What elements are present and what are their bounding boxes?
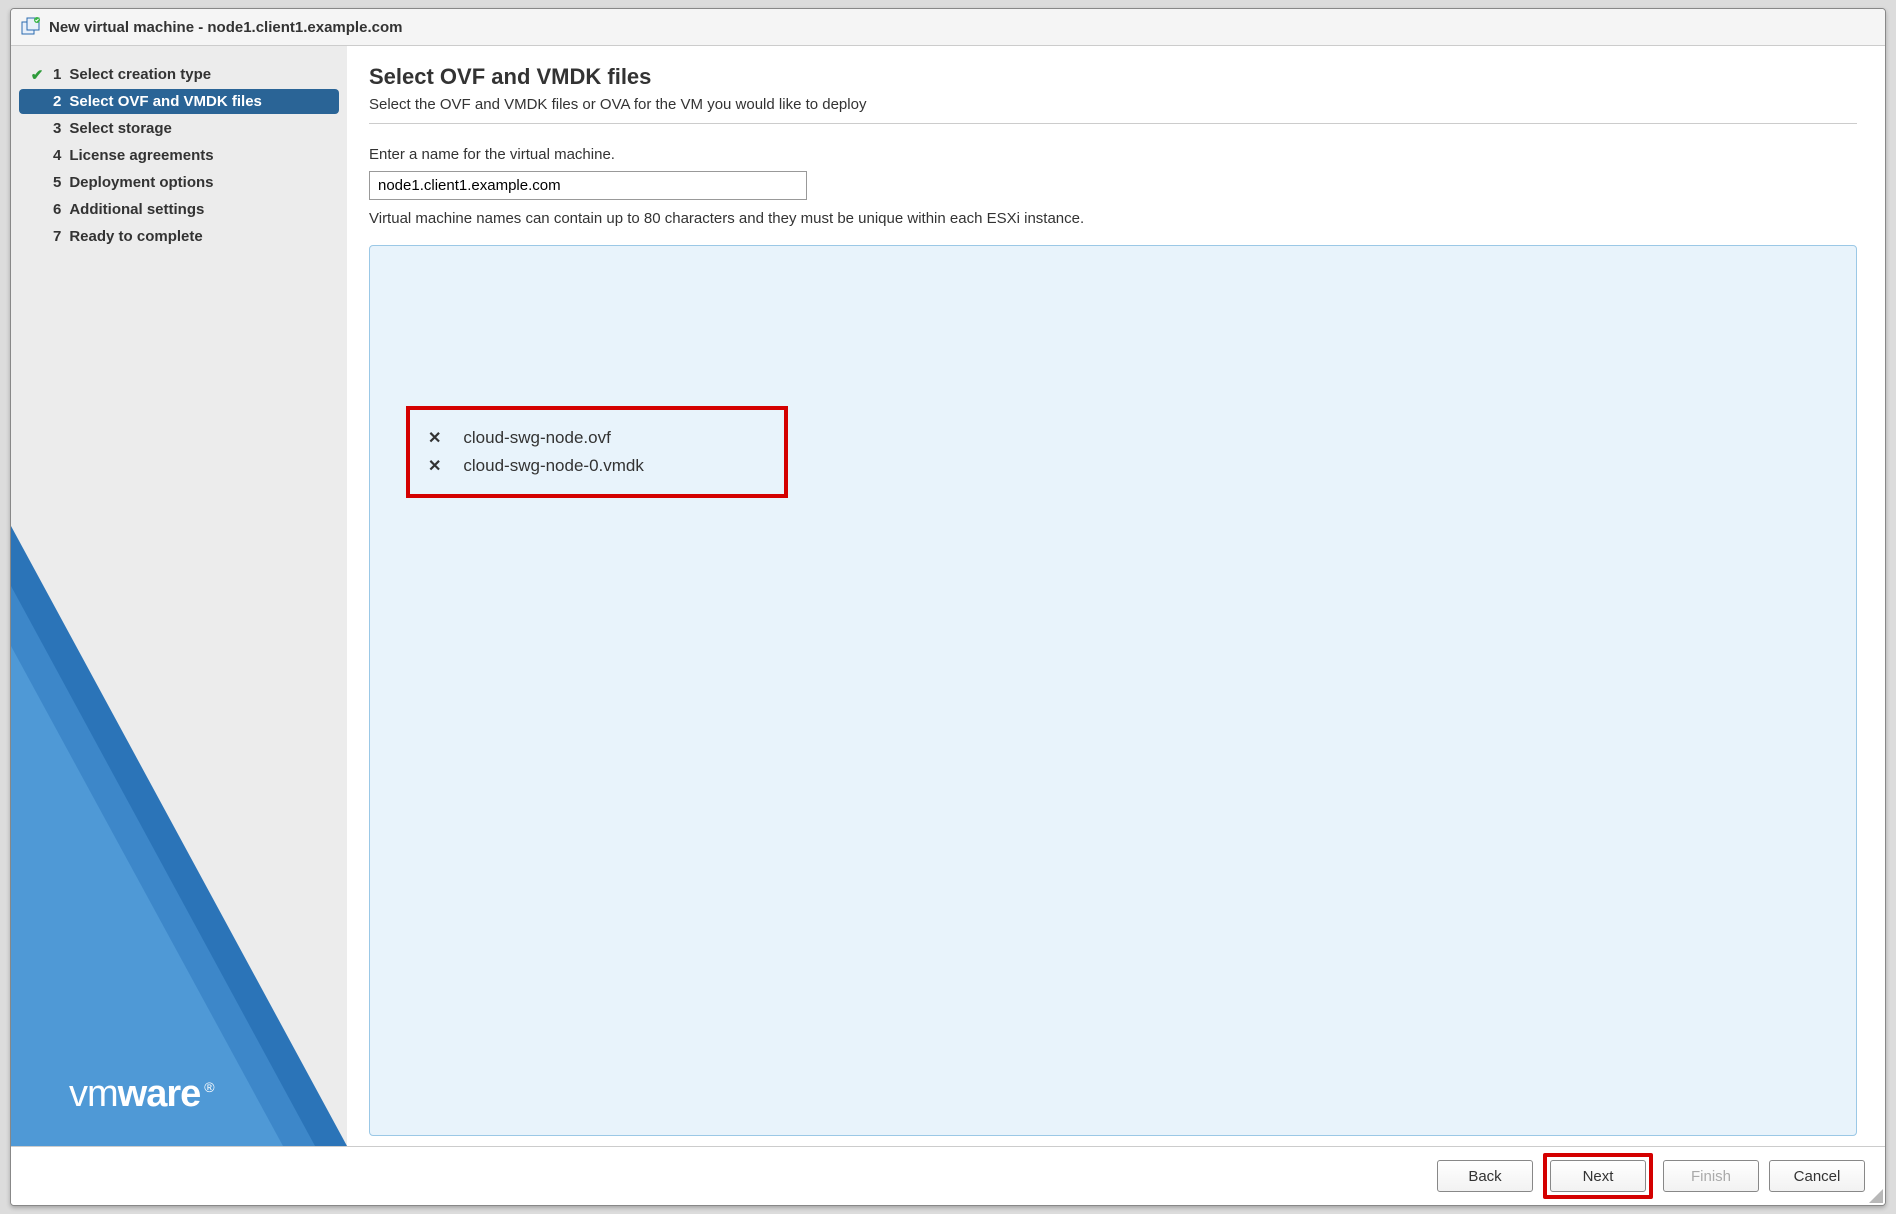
page-heading: Select OVF and VMDK files [369,64,1857,90]
vm-name-label: Enter a name for the virtual machine. [369,146,1857,163]
step-spacer [29,175,45,191]
step-list: ✔ 1 Select creation type 2 Select OVF an… [11,46,347,267]
step-spacer [29,94,45,110]
step-label: Deployment options [69,174,213,191]
step-label: Select OVF and VMDK files [69,93,262,110]
vmware-logo: vmware® [69,1073,214,1116]
file-row: ✕ cloud-swg-node-0.vmdk [428,452,766,480]
step-number: 2 [53,93,61,110]
step-deployment[interactable]: 5 Deployment options [19,170,339,195]
dialog-titlebar: New virtual machine - node1.client1.exam… [11,9,1885,46]
step-additional[interactable]: 6 Additional settings [19,197,339,222]
page-subtitle: Select the OVF and VMDK files or OVA for… [369,96,1857,124]
step-license[interactable]: 4 License agreements [19,143,339,168]
file-name: cloud-swg-node.ovf [463,428,610,448]
logo-reg: ® [204,1079,213,1095]
resize-grip-icon[interactable] [1869,1189,1883,1203]
dialog-title: New virtual machine - node1.client1.exam… [49,19,402,36]
step-label: Select storage [69,120,172,137]
vm-name-input[interactable] [369,171,807,200]
step-number: 6 [53,201,61,218]
finish-button: Finish [1663,1160,1759,1192]
check-icon: ✔ [29,67,45,83]
vm-name-hint: Virtual machine names can contain up to … [369,210,1857,227]
file-dropzone[interactable]: ✕ cloud-swg-node.ovf ✕ cloud-swg-node-0.… [369,245,1857,1136]
new-vm-dialog: New virtual machine - node1.client1.exam… [10,8,1886,1206]
wizard-main: Select OVF and VMDK files Select the OVF… [347,46,1885,1146]
step-ready[interactable]: 7 Ready to complete [19,224,339,249]
back-button[interactable]: Back [1437,1160,1533,1192]
step-creation-type[interactable]: ✔ 1 Select creation type [19,62,339,87]
next-highlight: Next [1543,1153,1653,1199]
step-spacer [29,229,45,245]
step-label: License agreements [69,147,213,164]
step-spacer [29,148,45,164]
logo-vm: vm [69,1073,118,1116]
file-row: ✕ cloud-swg-node.ovf [428,424,766,452]
step-label: Select creation type [69,66,211,83]
remove-file-icon[interactable]: ✕ [428,428,441,448]
cancel-button[interactable]: Cancel [1769,1160,1865,1192]
step-number: 7 [53,228,61,245]
step-number: 4 [53,147,61,164]
remove-file-icon[interactable]: ✕ [428,456,441,476]
step-label: Additional settings [69,201,204,218]
step-number: 3 [53,120,61,137]
file-name: cloud-swg-node-0.vmdk [463,456,643,476]
vm-icon [21,17,41,37]
step-spacer [29,202,45,218]
step-storage[interactable]: 3 Select storage [19,116,339,141]
step-label: Ready to complete [69,228,202,245]
step-number: 5 [53,174,61,191]
logo-ware: ware [118,1073,201,1116]
step-spacer [29,121,45,137]
next-button[interactable]: Next [1550,1160,1646,1192]
dialog-footer: Back Next Finish Cancel [11,1146,1885,1205]
file-list-highlight: ✕ cloud-swg-node.ovf ✕ cloud-swg-node-0.… [406,406,788,498]
wizard-sidebar: ✔ 1 Select creation type 2 Select OVF an… [11,46,347,1146]
step-number: 1 [53,66,61,83]
step-ovf-vmdk[interactable]: 2 Select OVF and VMDK files [19,89,339,114]
